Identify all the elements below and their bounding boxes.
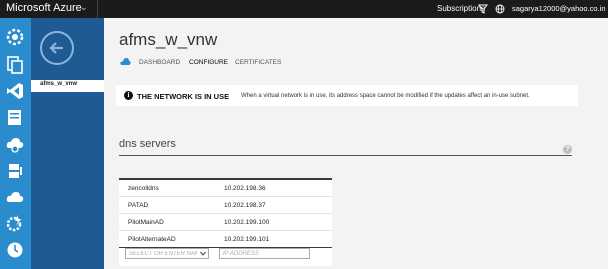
top-bar: Microsoft Azure ⌄ Subscriptions sagarya1… (0, 0, 608, 18)
clock-icon[interactable] (4, 239, 26, 261)
dns-name-placeholder: SELECT OR ENTER NAME (129, 250, 197, 257)
tab-dashboard[interactable]: DASHBOARD (139, 59, 180, 66)
help-icon[interactable]: ? (563, 145, 572, 154)
dns-ip-cell: 10.202.198.36 (224, 185, 266, 192)
dns-ip-cell: 10.202.199.101 (224, 236, 270, 243)
cloud-icon (120, 58, 131, 65)
table-row[interactable]: PilotMainAD 10.202.199.100 (119, 214, 332, 231)
chevron-down-icon (200, 251, 206, 256)
user-account[interactable]: sagarya12000@yahoo.co.in (512, 4, 606, 13)
dns-name-cell: PilotAlternateAD (128, 236, 176, 243)
info-icon: i (124, 91, 133, 100)
ip-address-placeholder: IP ADDRESS (223, 250, 259, 257)
settings-gear-icon[interactable] (4, 26, 26, 48)
sidebar-item-afms-w-vnw[interactable]: afms_w_vnw (31, 80, 104, 92)
dns-ip-cell: 10.202.198.37 (224, 202, 266, 209)
divider (119, 155, 572, 156)
sidebar-item-label: afms_w_vnw (40, 81, 78, 87)
database-icon[interactable] (4, 106, 26, 128)
tab-certificates[interactable]: CERTIFICATES (235, 59, 281, 66)
page-title: afms_w_vnw (119, 30, 218, 49)
arrow-left-icon (49, 42, 63, 54)
dns-name-cell: zencolldns (128, 185, 159, 192)
filter-icon[interactable] (478, 4, 488, 14)
box-stack-icon[interactable] (4, 160, 26, 182)
tab-configure[interactable]: CONFIGURE (189, 59, 228, 66)
dns-name-cell: PATAD (128, 202, 149, 209)
table-row[interactable]: PATAD 10.202.198.37 (119, 197, 332, 214)
globe-icon[interactable] (495, 4, 505, 14)
dns-name-cell: PilotMainAD (128, 219, 164, 226)
table-row[interactable]: zencolldns 10.202.198.36 (119, 180, 332, 197)
gear-bolt-icon[interactable] (4, 212, 26, 234)
visual-studio-icon[interactable] (4, 80, 26, 102)
cloud-gear-icon[interactable] (4, 133, 26, 155)
brand-title[interactable]: Microsoft Azure (6, 2, 82, 14)
notice-text: When a virtual network is in use, its ad… (241, 92, 530, 99)
dns-ip-cell: 10.202.199.100 (224, 219, 270, 226)
divider (97, 0, 98, 18)
cloud-upload-icon[interactable] (4, 186, 26, 208)
ip-address-input[interactable]: IP ADDRESS (219, 248, 310, 259)
notice-heading: THE NETWORK IS IN USE (137, 92, 230, 101)
left-icon-nav (0, 18, 31, 269)
table-row[interactable]: PilotAlternateAD 10.202.199.101 (119, 231, 332, 248)
notice-banner: i THE NETWORK IS IN USE When a virtual n… (116, 85, 578, 106)
network-pages-icon[interactable] (4, 54, 26, 76)
dns-name-select[interactable]: SELECT OR ENTER NAME (125, 248, 209, 259)
main-content: afms_w_vnw DASHBOARD CONFIGURE CERTIFICA… (104, 18, 608, 269)
chevron-down-icon[interactable]: ⌄ (80, 2, 88, 13)
back-button[interactable] (40, 31, 74, 65)
section-title: dns servers (119, 138, 176, 150)
